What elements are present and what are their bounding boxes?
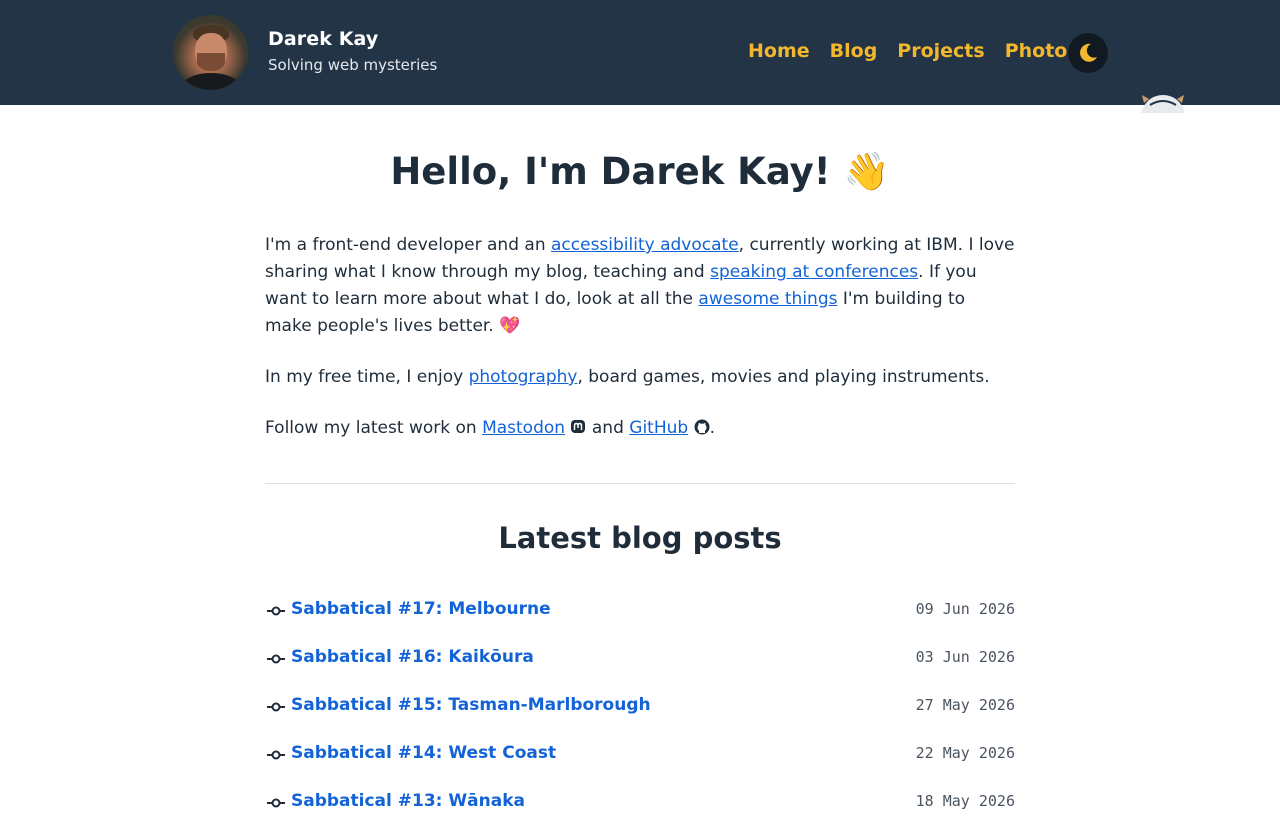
site-tagline: Solving web mysteries — [268, 56, 438, 74]
git-commit-icon — [267, 798, 285, 808]
hobbies-paragraph: In my free time, I enjoy photography, bo… — [265, 367, 990, 387]
avatar[interactable] — [173, 15, 248, 90]
git-commit-icon — [267, 750, 285, 760]
intro-paragraph: I'm a front-end developer and an accessi… — [265, 235, 1015, 336]
photography-link[interactable]: photography — [469, 367, 578, 387]
post-date: 03 Jun 2026 — [915, 648, 1015, 666]
list-item: Sabbatical #16: Kaikōura 03 Jun 2026 — [265, 644, 1015, 692]
site-header: Darek Kay Solving web mysteries Home Blo… — [0, 0, 1280, 105]
post-title-link[interactable]: Sabbatical #14: West Coast — [291, 743, 556, 763]
post-title-link[interactable]: Sabbatical #15: Tasman-Marlborough — [291, 695, 651, 715]
main-nav: Home Blog Projects Photos — [748, 40, 1099, 62]
git-commit-icon — [267, 702, 285, 712]
theme-toggle-button[interactable] — [1068, 33, 1108, 73]
latest-posts-heading: Latest blog posts — [498, 521, 782, 555]
git-commit-icon — [267, 654, 285, 664]
post-date: 09 Jun 2026 — [915, 600, 1015, 618]
post-date: 18 May 2026 — [915, 792, 1015, 810]
projects-link[interactable]: awesome things — [698, 289, 837, 309]
git-commit-icon — [267, 606, 285, 616]
list-item: Sabbatical #14: West Coast 22 May 2026 — [265, 740, 1015, 788]
list-item: Sabbatical #13: Wānaka 18 May 2026 — [265, 788, 1015, 836]
post-date: 22 May 2026 — [915, 744, 1015, 762]
heart-emoji: 💖 — [499, 316, 521, 336]
post-title-link[interactable]: Sabbatical #17: Melbourne — [291, 599, 551, 619]
post-date: 27 May 2026 — [915, 696, 1015, 714]
mastodon-icon — [571, 420, 586, 433]
accessibility-advocate-link[interactable]: accessibility advocate — [551, 235, 739, 255]
github-icon — [694, 419, 710, 435]
nav-blog[interactable]: Blog — [830, 40, 878, 62]
site-name[interactable]: Darek Kay — [268, 28, 378, 50]
section-divider — [265, 483, 1015, 484]
list-item: Sabbatical #15: Tasman-Marlborough 27 Ma… — [265, 692, 1015, 740]
nav-projects[interactable]: Projects — [897, 40, 984, 62]
waving-hand-emoji: 👋 — [843, 150, 890, 193]
peeking-cat-icon — [1140, 93, 1186, 113]
moon-icon — [1080, 43, 1097, 62]
post-title-link[interactable]: Sabbatical #13: Wānaka — [291, 791, 525, 811]
mastodon-link[interactable]: Mastodon — [482, 418, 565, 438]
follow-paragraph: Follow my latest work on Mastodon and Gi… — [265, 418, 715, 438]
post-title-link[interactable]: Sabbatical #16: Kaikōura — [291, 647, 534, 667]
speaking-link[interactable]: speaking at conferences — [710, 262, 918, 282]
page-title: Hello, I'm Darek Kay! 👋 — [390, 150, 890, 193]
blog-post-list: Sabbatical #17: Melbourne 09 Jun 2026 Sa… — [265, 596, 1015, 836]
nav-home[interactable]: Home — [748, 40, 810, 62]
list-item: Sabbatical #17: Melbourne 09 Jun 2026 — [265, 596, 1015, 644]
github-link[interactable]: GitHub — [629, 418, 688, 438]
